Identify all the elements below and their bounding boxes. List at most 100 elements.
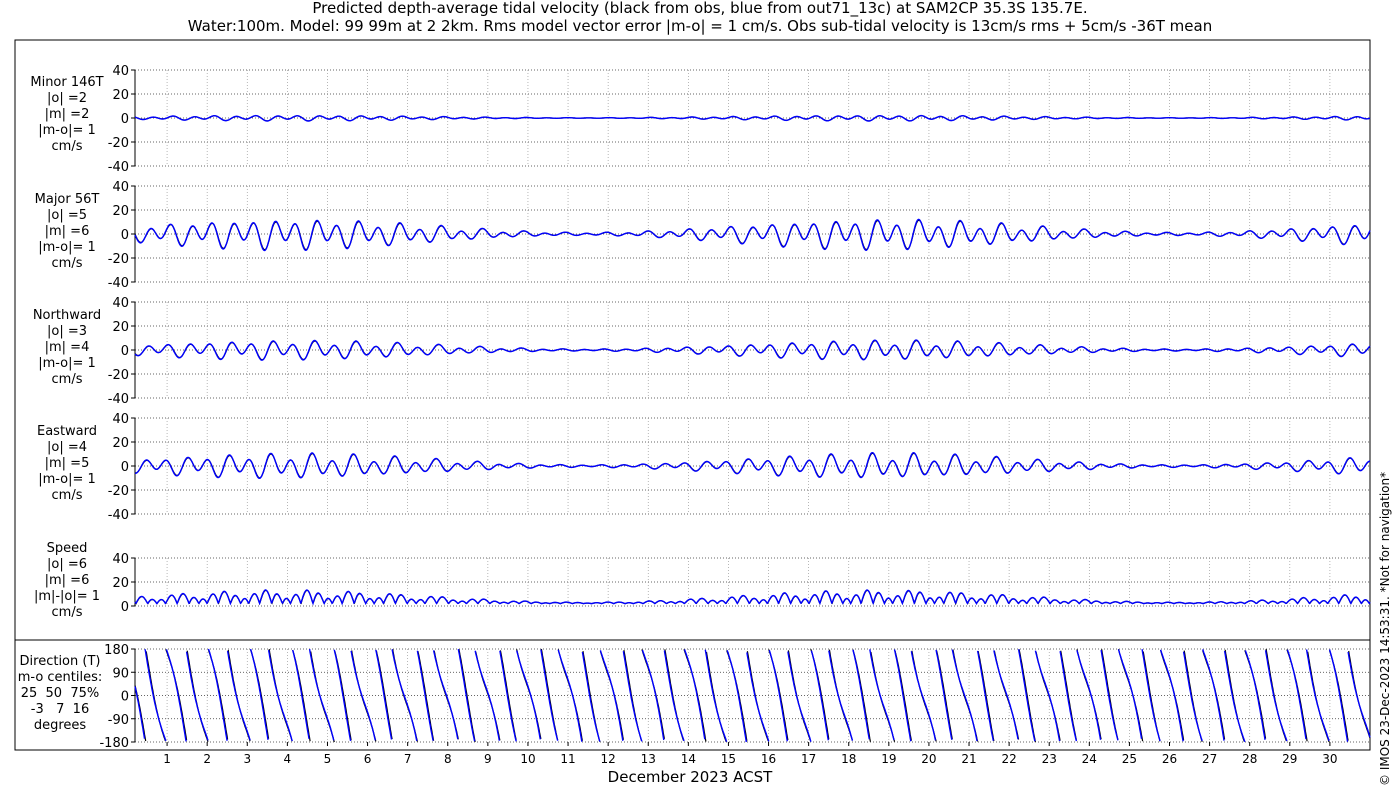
x-tick-label: 17 [801,752,816,766]
panel-3-label: Northward |o| =3 |m| =4 |m-o|= 1 cm/s [22,308,112,388]
x-tick-label: 3 [243,752,251,766]
panel-label-line: |o| =6 [46,557,87,572]
panel-5: 0 20 40 [112,552,1371,615]
x-tick-label: 26 [1162,752,1177,766]
panel-6-label: Direction (T) m-o centiles: 25 50 75% -3 7 … [14,654,106,734]
panel-label-line: |m-o|= 1 [38,123,96,138]
series-model-line [134,218,1371,252]
x-tick-label: 15 [721,752,736,766]
x-tick-label: 10 [520,752,535,766]
panel-label-line: Major 56T [34,192,100,207]
panel-label-line: |o| =3 [46,324,87,339]
y-tick-label: 40 [112,64,129,79]
x-tick-label: 9 [484,752,492,766]
panel-label-line: Northward [32,308,102,323]
series-model-line [134,589,1371,606]
panel-label-line: |m-o|= 1 [38,240,96,255]
tidal-velocity-chart: -40-2002040-40-2002040-40-2002040-40-200… [14,39,1371,766]
series-model-line [134,339,1371,361]
panel-label-line: |m| =4 [44,340,90,355]
y-tick-label: 20 [112,436,129,451]
panel-label-line: |m| =2 [44,107,90,122]
y-tick-label: -40 [108,160,129,175]
x-tick-label: 14 [681,752,696,766]
panel-5-label: Speed |o| =6 |m| =6 |m|-|o|= 1 cm/s [22,541,112,621]
y-tick-label: 180 [104,643,129,658]
x-tick-label: 28 [1242,752,1257,766]
panel-label-line: Direction (T) [19,654,101,669]
y-tick-label: -180 [99,736,129,751]
panel-1: -40-2002040 [108,64,1371,175]
y-tick-label: 40 [112,296,129,311]
panel-label-line: |o| =5 [46,208,87,223]
y-tick-label: 40 [112,552,129,567]
panel-label-line: Minor 146T [30,75,104,90]
x-axis: 1 2 3 4 5 6 7 8 9 10 11 12 13 14 15 16 17 18 19 20 21 22 23 24 2… [163,742,1338,766]
y-tick-label: 0 [121,344,129,359]
y-tick-label: 20 [112,320,129,335]
y-tick-label: 20 [112,204,129,219]
panel-label-line: cm/s [51,372,83,387]
series-obs-line [134,589,1371,606]
y-tick-label: 40 [112,180,129,195]
panel-label-line: |m| =6 [44,573,90,588]
panel-6: -180 -90 0 90 180 [99,643,1371,751]
series-model-line [134,114,1371,122]
panel-label-line: |m| =6 [44,224,90,239]
x-tick-label: 12 [601,752,616,766]
x-tick-label: 16 [761,752,776,766]
x-tick-label: 11 [560,752,575,766]
panel-label-line: degrees [33,718,87,733]
y-tick-label: -90 [108,713,129,728]
x-tick-label: 6 [364,752,372,766]
panel-label-line: Eastward [36,424,98,439]
y-tick-label: 20 [112,576,129,591]
y-tick-label: -40 [108,392,129,407]
x-tick-label: 19 [881,752,896,766]
y-tick-label: 0 [121,112,129,127]
y-tick-label: 0 [121,600,129,615]
x-tick-label: 20 [921,752,936,766]
x-tick-label: 23 [1042,752,1057,766]
panel-label-line: |m-o|= 1 [38,472,96,487]
panel-label-line: m-o centiles: [17,670,103,685]
x-tick-label: 22 [1001,752,1016,766]
y-tick-label: 40 [112,412,129,427]
panel-2: -40-2002040 [108,180,1371,291]
x-tick-label: 5 [324,752,332,766]
panel-label-line: Speed [46,541,88,556]
panel-4-label: Eastward |o| =4 |m| =5 |m-o|= 1 cm/s [22,424,112,504]
x-tick-label: 29 [1282,752,1297,766]
x-tick-label: 27 [1202,752,1217,766]
panel-label-line: |o| =4 [46,440,87,455]
x-tick-label: 25 [1122,752,1137,766]
x-tick-label: 8 [444,752,452,766]
x-tick-label: 13 [641,752,656,766]
x-tick-label: 4 [284,752,292,766]
x-tick-label: 7 [404,752,412,766]
panel-label-line: cm/s [51,488,83,503]
panel-label-line: |m|-|o|= 1 [33,589,101,604]
x-tick-label: 18 [841,752,856,766]
y-tick-label: 90 [112,666,129,681]
panel-label-line: |m| =5 [44,456,90,471]
y-tick-label: 0 [121,228,129,243]
lower-frame [14,639,1371,751]
y-tick-label: 20 [112,88,129,103]
series-model-line [134,451,1371,479]
panel-label-line: |m-o|= 1 [38,356,96,371]
panel-label-line: 25 50 75% [20,686,100,701]
x-tick-label: 24 [1082,752,1097,766]
panel-3: -40-2002040 [108,296,1371,407]
panel-label-line: -3 7 16 [30,702,90,717]
panel-label-line: cm/s [51,139,83,154]
panel-label-line: |o| =2 [46,91,87,106]
y-tick-label: -40 [108,276,129,291]
x-tick-label: 30 [1322,752,1337,766]
panel-label-line: cm/s [51,605,83,620]
x-tick-label: 2 [203,752,211,766]
series-model-line [134,648,1371,743]
panel-2-label: Major 56T |o| =5 |m| =6 |m-o|= 1 cm/s [22,192,112,272]
x-tick-label: 1 [163,752,171,766]
panel-1-label: Minor 146T |o| =2 |m| =2 |m-o|= 1 cm/s [22,75,112,155]
